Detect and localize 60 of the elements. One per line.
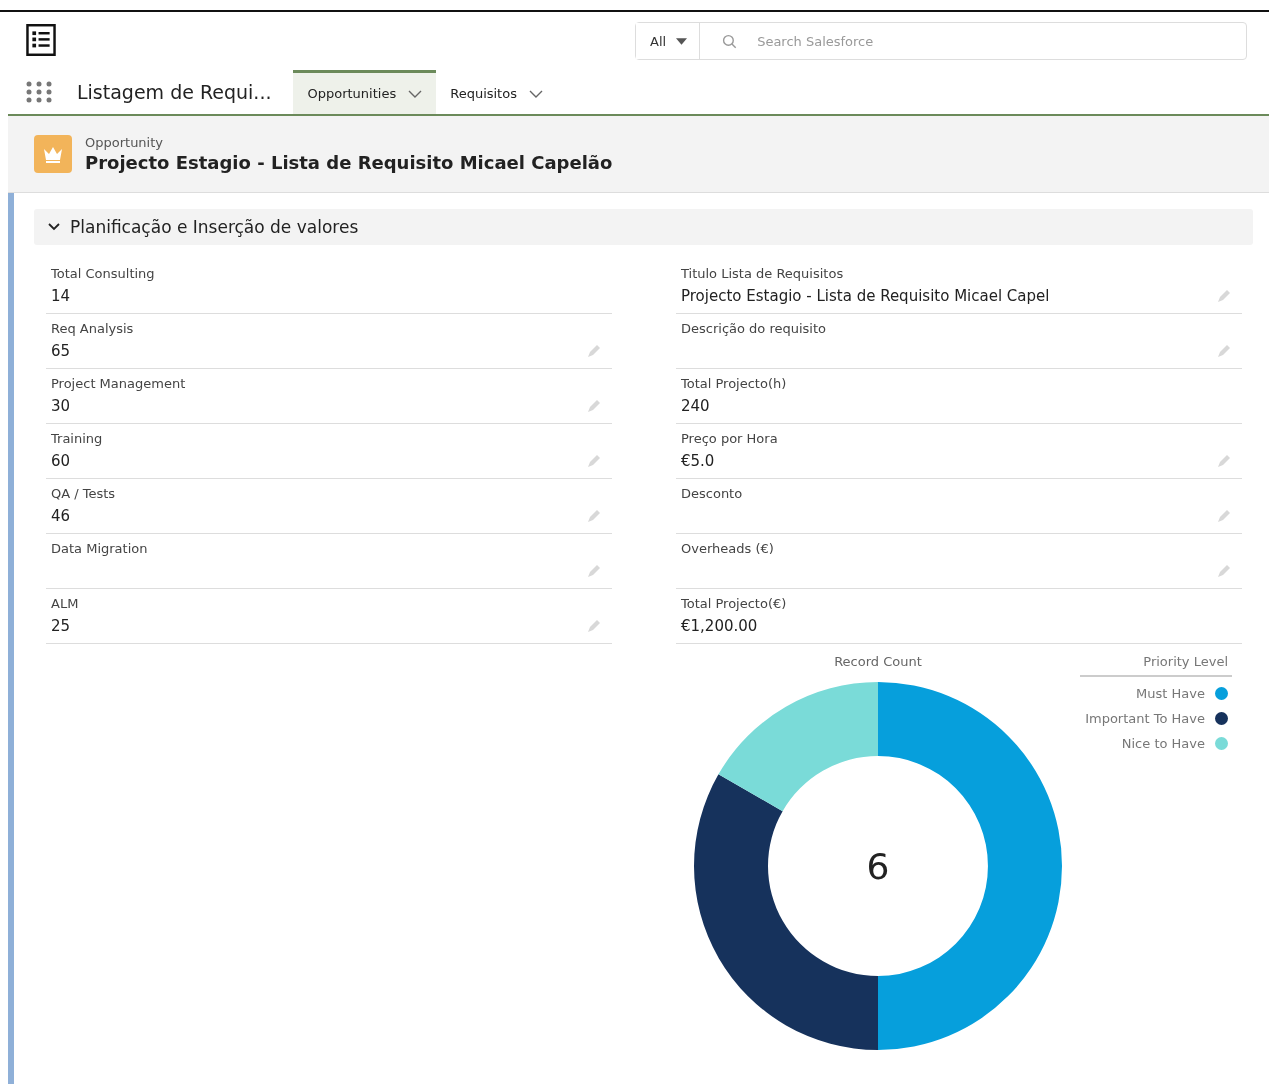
pencil-icon[interactable] bbox=[1217, 344, 1231, 358]
crown-icon bbox=[34, 135, 72, 173]
total-count: 6 bbox=[866, 845, 890, 887]
field-value: 14 bbox=[51, 287, 71, 305]
field-value: 46 bbox=[51, 507, 71, 525]
record-type: Opportunity bbox=[85, 135, 164, 150]
legend-label: Important To Have bbox=[1085, 711, 1205, 726]
app-name: Listagem de Requi... bbox=[77, 81, 272, 103]
field-value: 240 bbox=[681, 397, 710, 415]
field-value: 25 bbox=[51, 617, 71, 635]
field-value: 30 bbox=[51, 397, 71, 415]
caret-icon bbox=[676, 37, 688, 45]
field-label: Total Projecto(h) bbox=[681, 376, 787, 391]
field-label: Total Consulting bbox=[51, 266, 155, 281]
pencil-icon[interactable] bbox=[587, 344, 601, 358]
pencil-icon[interactable] bbox=[587, 399, 601, 413]
search-field[interactable]: All Search Salesforce bbox=[635, 22, 1247, 60]
legend-dot bbox=[1215, 687, 1228, 700]
scope-dropdown[interactable]: All bbox=[636, 23, 701, 59]
field-label: Training bbox=[51, 431, 103, 446]
pencil-icon[interactable] bbox=[1217, 564, 1231, 578]
field-label: Data Migration bbox=[51, 541, 148, 556]
field-label: Req Analysis bbox=[51, 321, 134, 336]
field-label: Descrição do requisito bbox=[681, 321, 827, 336]
field-value: Projecto Estagio - Lista de Requisito Micael Capel bbox=[681, 287, 1050, 305]
field-value: 65 bbox=[51, 342, 71, 360]
field-label: Overheads (€) bbox=[681, 541, 774, 556]
chevron-icon bbox=[48, 223, 60, 231]
field-label: QA / Tests bbox=[51, 486, 116, 501]
record-title: Projecto Estagio - Lista de Requisito Micael Capelão bbox=[85, 152, 613, 173]
field-label: Titulo Lista de Requisitos bbox=[681, 266, 844, 281]
legend-label: Must Have bbox=[1136, 686, 1205, 701]
field-label: ALM bbox=[51, 596, 79, 611]
legend-label: Nice to Have bbox=[1121, 736, 1205, 751]
legend-dot bbox=[1215, 737, 1228, 750]
field-value: €1,200.00 bbox=[681, 617, 758, 635]
section-header[interactable]: Planificação e Inserção de valores bbox=[34, 209, 1253, 245]
chevron-down-icon[interactable] bbox=[408, 89, 423, 98]
pencil-icon[interactable] bbox=[1217, 289, 1231, 303]
pencil-icon[interactable] bbox=[587, 454, 601, 468]
field-value: €5.0 bbox=[681, 452, 715, 470]
legend-title: Priority Level bbox=[1080, 654, 1232, 677]
pencil-icon[interactable] bbox=[1217, 454, 1231, 468]
legend-dot bbox=[1215, 712, 1228, 725]
field-label: Desconto bbox=[681, 486, 743, 501]
pencil-icon[interactable] bbox=[1217, 509, 1231, 523]
nav-tab[interactable]: Opportunities bbox=[293, 70, 437, 114]
app-launcher-icon[interactable] bbox=[26, 81, 52, 103]
field-value: 60 bbox=[51, 452, 71, 470]
chart-title: Record Count bbox=[834, 654, 922, 669]
field-label: Total Projecto(€) bbox=[681, 596, 787, 611]
pencil-icon[interactable] bbox=[587, 509, 601, 523]
list-icon[interactable] bbox=[26, 24, 56, 56]
field-label: Preço por Hora bbox=[681, 431, 778, 446]
field-label: Project Management bbox=[51, 376, 186, 391]
pencil-icon[interactable] bbox=[587, 564, 601, 578]
search-icon bbox=[722, 33, 738, 49]
nav-tab[interactable]: Requisitos bbox=[436, 70, 557, 114]
chevron-down-icon[interactable] bbox=[528, 89, 543, 98]
pencil-icon[interactable] bbox=[587, 619, 601, 633]
